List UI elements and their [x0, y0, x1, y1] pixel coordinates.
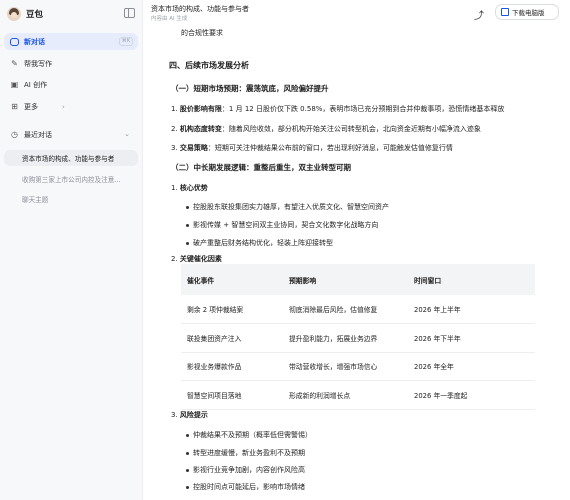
recent-chats-header[interactable]: ◷ 最近对话 ⌄	[4, 127, 138, 143]
table-header: 催化事件	[181, 264, 283, 295]
table-cell: 2026 年上半年	[408, 295, 535, 324]
bullet-text: 转型进度缓慢，新业务盈利不及预期	[193, 449, 305, 457]
table-cell: 2026 年一季度起	[408, 380, 535, 410]
bullet-dot	[186, 242, 189, 245]
list-text: ：随着风险收敛，部分机构开始关注公司转型机会，北向资金近期有小幅净流入迹象	[221, 125, 481, 133]
bullet-dot	[186, 469, 189, 472]
shortcut-badge: ⌘K	[118, 37, 133, 46]
list-lead: 交易策略	[179, 144, 208, 152]
list-lead: 关键催化因素	[179, 255, 222, 263]
sidebar-item-label: AI 创作	[24, 81, 48, 89]
recent-chats-label: 最近对话	[24, 131, 52, 139]
table-row: 影视业务爆款作品 带动营收增长，增强市场信心 2026 年全年	[181, 352, 535, 381]
sidebar: 豆包 新对话 ⌘K ✎ 帮我写作 ▣ AI 创作 ⊞ 更多 › ◷ 最近对话 ⌄…	[0, 0, 143, 500]
sidebar-item-label: 帮我写作	[24, 60, 52, 68]
bullet-text: 影视行业竞争加剧，内容创作风险高	[193, 466, 305, 474]
table-header: 预期影响	[283, 264, 408, 295]
image-icon: ▣	[10, 80, 19, 89]
table-cell: 彻底消除最后风险，估值修复	[283, 295, 408, 324]
list-lead: 机构态度转变	[179, 125, 222, 133]
bullet-dot	[186, 224, 189, 227]
list-lead: 股价影响有限	[179, 105, 222, 113]
history-item[interactable]: 聊天主题	[4, 191, 138, 207]
sidebar-item-more[interactable]: ⊞ 更多 ›	[4, 99, 138, 115]
table-cell: 联投集团资产注入	[181, 323, 283, 353]
table-header-row: 催化事件 预期影响 时间窗口	[181, 264, 535, 295]
pen-icon: ✎	[11, 59, 18, 68]
list-item: 1. 核心优势	[171, 183, 208, 193]
list-item: 2. 机构态度转变：随着风险收敛，部分机构开始关注公司转型机会，北向资金近期有小…	[171, 124, 481, 134]
list-number: 2.	[171, 255, 178, 263]
subsection-heading: （一）短期市场预期：震荡筑底，风险偏好提升	[171, 84, 329, 93]
list-item: 3. 风险提示	[171, 410, 208, 420]
table-row: 联投集团资产注入 提升盈利能力，拓展业务边界 2026 年下半年	[181, 323, 535, 353]
list-text: ：短期可关注仲裁结果公布前的窗口，若出现利好消息，可能触发估值修复行情	[207, 144, 453, 152]
desktop-icon	[501, 8, 509, 16]
bullet-dot	[186, 434, 189, 437]
clock-icon: ◷	[11, 130, 18, 139]
chevron-right-icon: ›	[62, 103, 65, 111]
list-item: 2. 关键催化因素	[171, 254, 222, 264]
share-icon[interactable]: ⤴	[474, 7, 484, 22]
list-number: 1.	[171, 184, 178, 192]
list-number: 3.	[171, 144, 178, 152]
text-line: 的合规性要求	[181, 29, 223, 37]
list-number: 3.	[171, 411, 178, 419]
new-chat-label: 新对话	[24, 37, 45, 46]
chat-bubble-icon	[10, 37, 19, 46]
bullet-text: 影视传媒 + 智慧空间双主业协同，契合文化数字化战略方向	[193, 221, 379, 229]
conversation-subtitle: 内容由 AI 生成	[151, 16, 188, 22]
table-header: 时间窗口	[408, 264, 535, 295]
brand[interactable]: 豆包	[7, 6, 43, 22]
table-cell: 智慧空间项目落地	[181, 380, 283, 410]
table-cell: 形成新的利润增长点	[283, 380, 408, 410]
sidebar-collapse-icon[interactable]	[124, 8, 135, 18]
table-cell: 带动营收增长，增强市场信心	[283, 352, 408, 381]
download-desktop-button[interactable]: 下载电脑版	[495, 4, 559, 20]
download-label: 下载电脑版	[512, 9, 545, 17]
message-content: 的合规性要求 四、后续市场发展分析 （一）短期市场预期：震荡筑底，风险偏好提升 …	[165, 28, 570, 500]
catalyst-table: 催化事件 预期影响 时间窗口 剩余 2 项仲裁结案 彻底消除最后风险，估值修复 …	[181, 264, 535, 410]
avatar	[7, 7, 21, 21]
list-number: 2.	[171, 125, 178, 133]
table-cell: 剩余 2 项仲裁结案	[181, 295, 283, 324]
grid-icon: ⊞	[11, 102, 18, 111]
list-item: 1. 股价影响有限：1 月 12 日股价仅下跌 0.58%，表明市场已充分预期到…	[171, 104, 504, 114]
conversation-header: 资本市场的构成、功能与参与者 内容由 AI 生成 ⤴ 下载电脑版	[143, 0, 570, 28]
new-chat-button[interactable]: 新对话 ⌘K	[4, 33, 138, 50]
bullet-text: 仲裁结果不及预期（概率低但需警惕）	[193, 431, 312, 439]
bullet-dot	[186, 206, 189, 209]
section-heading: 四、后续市场发展分析	[169, 61, 249, 70]
conversation-title: 资本市场的构成、功能与参与者	[151, 5, 249, 13]
table-cell: 提升盈利能力，拓展业务边界	[283, 323, 408, 353]
chevron-down-icon: ⌄	[124, 130, 130, 138]
sidebar-item-label: 更多	[24, 103, 38, 111]
bullet-dot	[186, 452, 189, 455]
table-row: 智慧空间项目落地 形成新的利润增长点 2026 年一季度起	[181, 380, 535, 410]
subsection-heading: （二）中长期发展逻辑：重整后重生，双主业转型可期	[171, 163, 351, 172]
table-cell: 影视业务爆款作品	[181, 352, 283, 381]
list-number: 1.	[171, 105, 178, 113]
history-item[interactable]: 资本市场的构成、功能与参与者	[4, 150, 138, 166]
table-cell: 2026 年全年	[408, 352, 535, 381]
bullet-text: 控股股东联投集团实力雄厚，有望注入优质文化、智慧空间资产	[193, 203, 389, 211]
app-name: 豆包	[26, 10, 44, 20]
list-lead: 核心优势	[179, 184, 208, 192]
bullet-text: 控股时间点可能延后，影响市场情绪	[193, 483, 305, 491]
list-item: 3. 交易策略：短期可关注仲裁结果公布前的窗口，若出现利好消息，可能触发估值修复…	[171, 143, 453, 153]
history-item[interactable]: 收购第三家上市公司内控及注意...	[4, 171, 138, 187]
list-text: ：1 月 12 日股价仅下跌 0.58%，表明市场已充分预期到合并仲裁事项，恐慌…	[221, 105, 505, 113]
bullet-dot	[186, 486, 189, 489]
table-cell: 2026 年下半年	[408, 323, 535, 353]
sidebar-item-ai-create[interactable]: ▣ AI 创作	[4, 77, 138, 93]
sidebar-item-writing[interactable]: ✎ 帮我写作	[4, 56, 138, 72]
table-row: 剩余 2 项仲裁结案 彻底消除最后风险，估值修复 2026 年上半年	[181, 295, 535, 324]
list-lead: 风险提示	[179, 411, 208, 419]
bullet-text: 破产重整后财务结构优化，轻装上阵迎接转型	[193, 239, 333, 247]
